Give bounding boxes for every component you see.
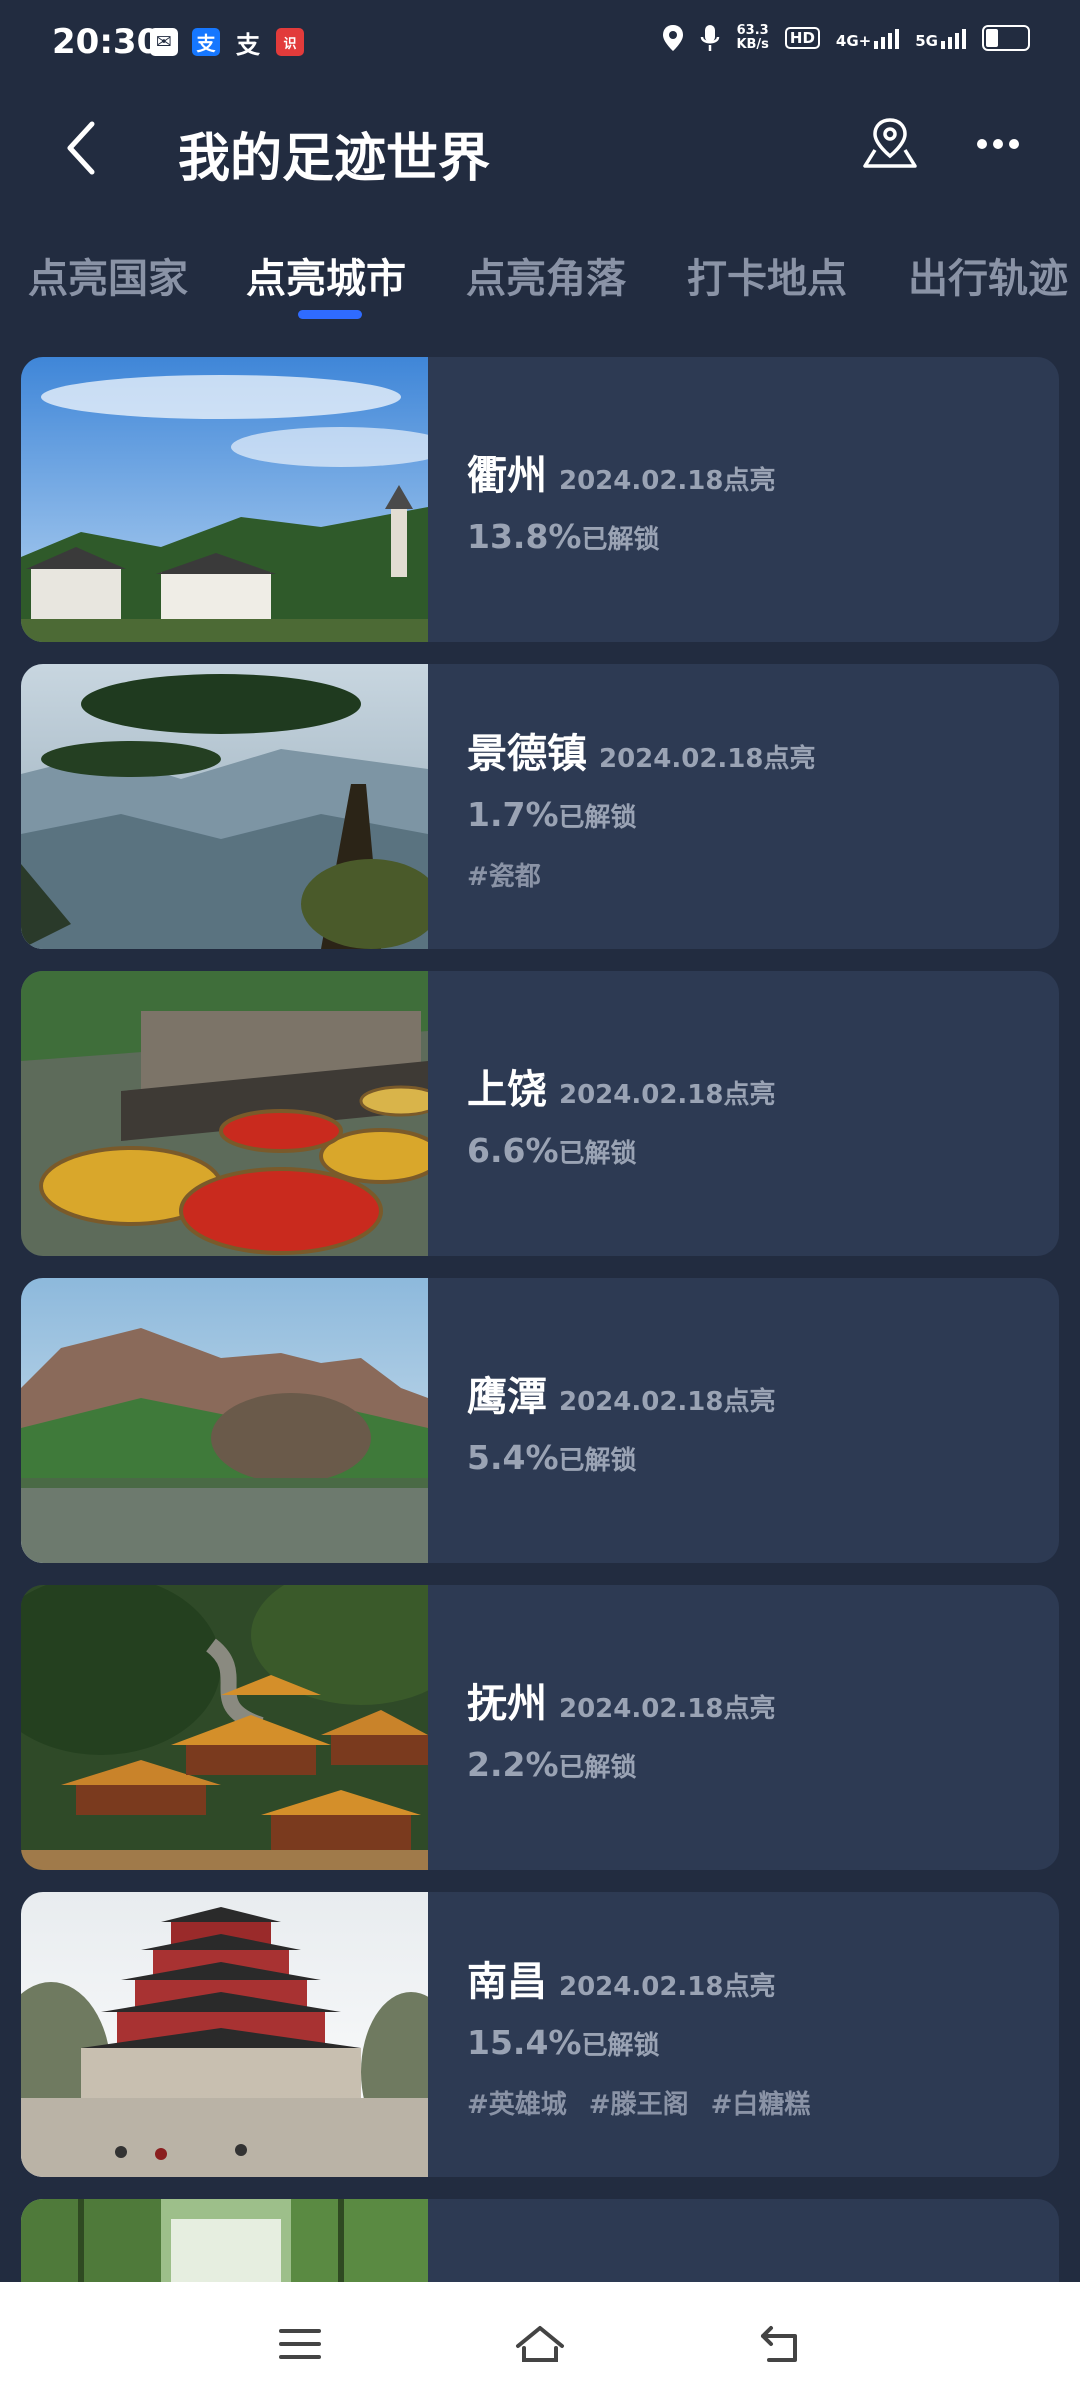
alipay-icon: 支 — [192, 28, 220, 56]
unlock-percent: 6.6% — [467, 1131, 559, 1170]
tab-countries[interactable]: 点亮国家 — [28, 246, 188, 304]
tab-checkins[interactable]: 打卡地点 — [687, 246, 847, 304]
city-info: 上饶 2024.02.18点亮 6.6% 已解锁 — [467, 971, 1039, 1256]
network-type-5g: 5G — [915, 32, 938, 50]
tag-list: #瓷都 — [467, 856, 1039, 893]
city-info: 南昌 2024.02.18点亮 15.4% 已解锁 #英雄城 #滕王阁 #白糖糕 — [467, 1892, 1039, 2177]
tag-list: #英雄城 #滕王阁 #白糖糕 — [467, 2084, 1039, 2121]
mail-icon: ✉ — [150, 28, 178, 56]
menu-button[interactable] — [260, 2312, 340, 2376]
map-button[interactable] — [858, 112, 922, 176]
city-name: 上饶 — [467, 1067, 547, 1113]
city-card-yingtan[interactable]: 鹰潭 2024.02.18点亮 5.4% 已解锁 — [21, 1278, 1059, 1563]
red-app-icon: 识 — [276, 28, 304, 56]
unlocked-label: 已解锁 — [558, 1446, 637, 1476]
active-tab-indicator — [298, 310, 362, 319]
battery-icon — [982, 25, 1030, 51]
page-title: 我的足迹世界 — [178, 129, 491, 189]
city-name: 鹰潭 — [467, 1374, 547, 1420]
location-icon — [663, 25, 684, 51]
city-name: 衢州 — [467, 453, 547, 499]
city-card-nanchang[interactable]: 南昌 2024.02.18点亮 15.4% 已解锁 #英雄城 #滕王阁 #白糖糕 — [21, 1892, 1059, 2177]
unlocked-label: 已解锁 — [558, 802, 637, 833]
tag[interactable]: #白糖糕 — [711, 2084, 811, 2121]
city-photo — [21, 1278, 428, 1563]
lit-date: 2024.02.18点亮 — [599, 743, 816, 774]
city-photo — [21, 1892, 428, 2177]
city-info: 景德镇 2024.02.18点亮 1.7% 已解锁 #瓷都 — [467, 664, 1039, 949]
back-nav-icon — [761, 2326, 797, 2362]
signal-4g: 4G+ — [835, 27, 900, 50]
city-name: 抚州 — [467, 1681, 547, 1727]
city-card-quzhou[interactable]: 衢州 2024.02.18点亮 13.8% 已解锁 — [21, 357, 1059, 642]
city-info: 衢州 2024.02.18点亮 13.8% 已解锁 — [467, 357, 1039, 642]
more-dots-icon — [977, 139, 1019, 149]
city-info: 鹰潭 2024.02.18点亮 5.4% 已解锁 — [467, 1278, 1039, 1563]
tab-tracks[interactable]: 出行轨迹 — [908, 246, 1068, 304]
system-icons: 63.3 KB/s HD 4G+ 5G — [662, 24, 1030, 52]
more-options-button[interactable] — [966, 112, 1030, 176]
lit-date: 2024.02.18点亮 — [559, 1080, 776, 1110]
unlocked-label: 已解锁 — [581, 525, 660, 555]
microphone-icon — [701, 25, 720, 51]
tag[interactable]: #英雄城 — [467, 2084, 567, 2121]
lit-date: 2024.02.18点亮 — [559, 1971, 776, 2002]
city-card-fuzhou[interactable]: 抚州 2024.02.18点亮 2.2% 已解锁 — [21, 1585, 1059, 1870]
city-photo — [21, 971, 428, 1256]
lit-date: 2024.02.18点亮 — [559, 1694, 776, 1724]
network-speed: 63.3 KB/s — [736, 24, 768, 52]
lit-date: 2024.02.18点亮 — [559, 1387, 776, 1417]
tag[interactable]: #滕王阁 — [589, 2084, 689, 2121]
city-card-shangrao[interactable]: 上饶 2024.02.18点亮 6.6% 已解锁 — [21, 971, 1059, 1256]
city-info: 抚州 2024.02.18点亮 2.2% 已解锁 — [467, 1585, 1039, 1870]
hd-badge: HD — [784, 27, 820, 49]
signal-5g: 5G — [915, 27, 966, 49]
tab-corners[interactable]: 点亮角落 — [466, 246, 626, 304]
system-navigation-bar — [0, 2282, 1080, 2408]
city-photo — [21, 2199, 428, 2282]
unlock-percent: 13.8% — [467, 517, 582, 556]
app-screen: 20:30 ✉ 支 支 识 63.3 KB/s HD 4G+ 5G 我的足迹世界… — [0, 0, 1080, 2408]
map-pin-icon — [863, 118, 917, 168]
notification-icons: ✉ 支 支 识 — [150, 28, 304, 59]
network-speed-unit: KB/s — [736, 37, 769, 52]
chevron-left-icon — [67, 121, 95, 175]
city-photo — [21, 664, 428, 949]
city-card-partial[interactable] — [21, 2199, 1059, 2282]
top-app-bar: 我的足迹世界 — [0, 100, 1080, 200]
city-name: 景德镇 — [467, 730, 587, 777]
network-type-4g: 4G+ — [835, 32, 872, 50]
unlock-percent: 15.4% — [467, 2022, 582, 2062]
network-speed-value: 63.3 — [736, 23, 769, 38]
home-button[interactable] — [500, 2312, 580, 2376]
signal-bars-icon — [874, 27, 900, 49]
signal-bars-icon — [941, 27, 966, 49]
city-name: 南昌 — [467, 1958, 547, 2005]
status-time: 20:30 — [52, 22, 161, 62]
status-bar: 20:30 ✉ 支 支 识 63.3 KB/s HD 4G+ 5G — [0, 0, 1080, 88]
unlock-percent: 2.2% — [467, 1745, 559, 1784]
unlock-percent: 1.7% — [467, 794, 559, 834]
unlock-percent: 5.4% — [467, 1438, 559, 1477]
city-photo — [21, 357, 428, 642]
tab-bar: 点亮国家 点亮城市 点亮角落 打卡地点 出行轨迹 — [0, 240, 1080, 320]
city-card-jingdezhen[interactable]: 景德镇 2024.02.18点亮 1.7% 已解锁 #瓷都 — [21, 664, 1059, 949]
unlocked-label: 已解锁 — [558, 1139, 637, 1169]
unlocked-label: 已解锁 — [558, 1753, 637, 1783]
home-icon — [516, 2326, 564, 2362]
alipay-outline-icon: 支 — [236, 30, 260, 59]
back-button[interactable] — [50, 116, 114, 180]
menu-icon — [279, 2329, 321, 2359]
tab-cities[interactable]: 点亮城市 — [246, 246, 406, 304]
unlocked-label: 已解锁 — [581, 2030, 660, 2061]
lit-date: 2024.02.18点亮 — [559, 466, 776, 496]
city-photo — [21, 1585, 428, 1870]
tag[interactable]: #瓷都 — [467, 856, 541, 893]
back-nav-button[interactable] — [740, 2312, 820, 2376]
